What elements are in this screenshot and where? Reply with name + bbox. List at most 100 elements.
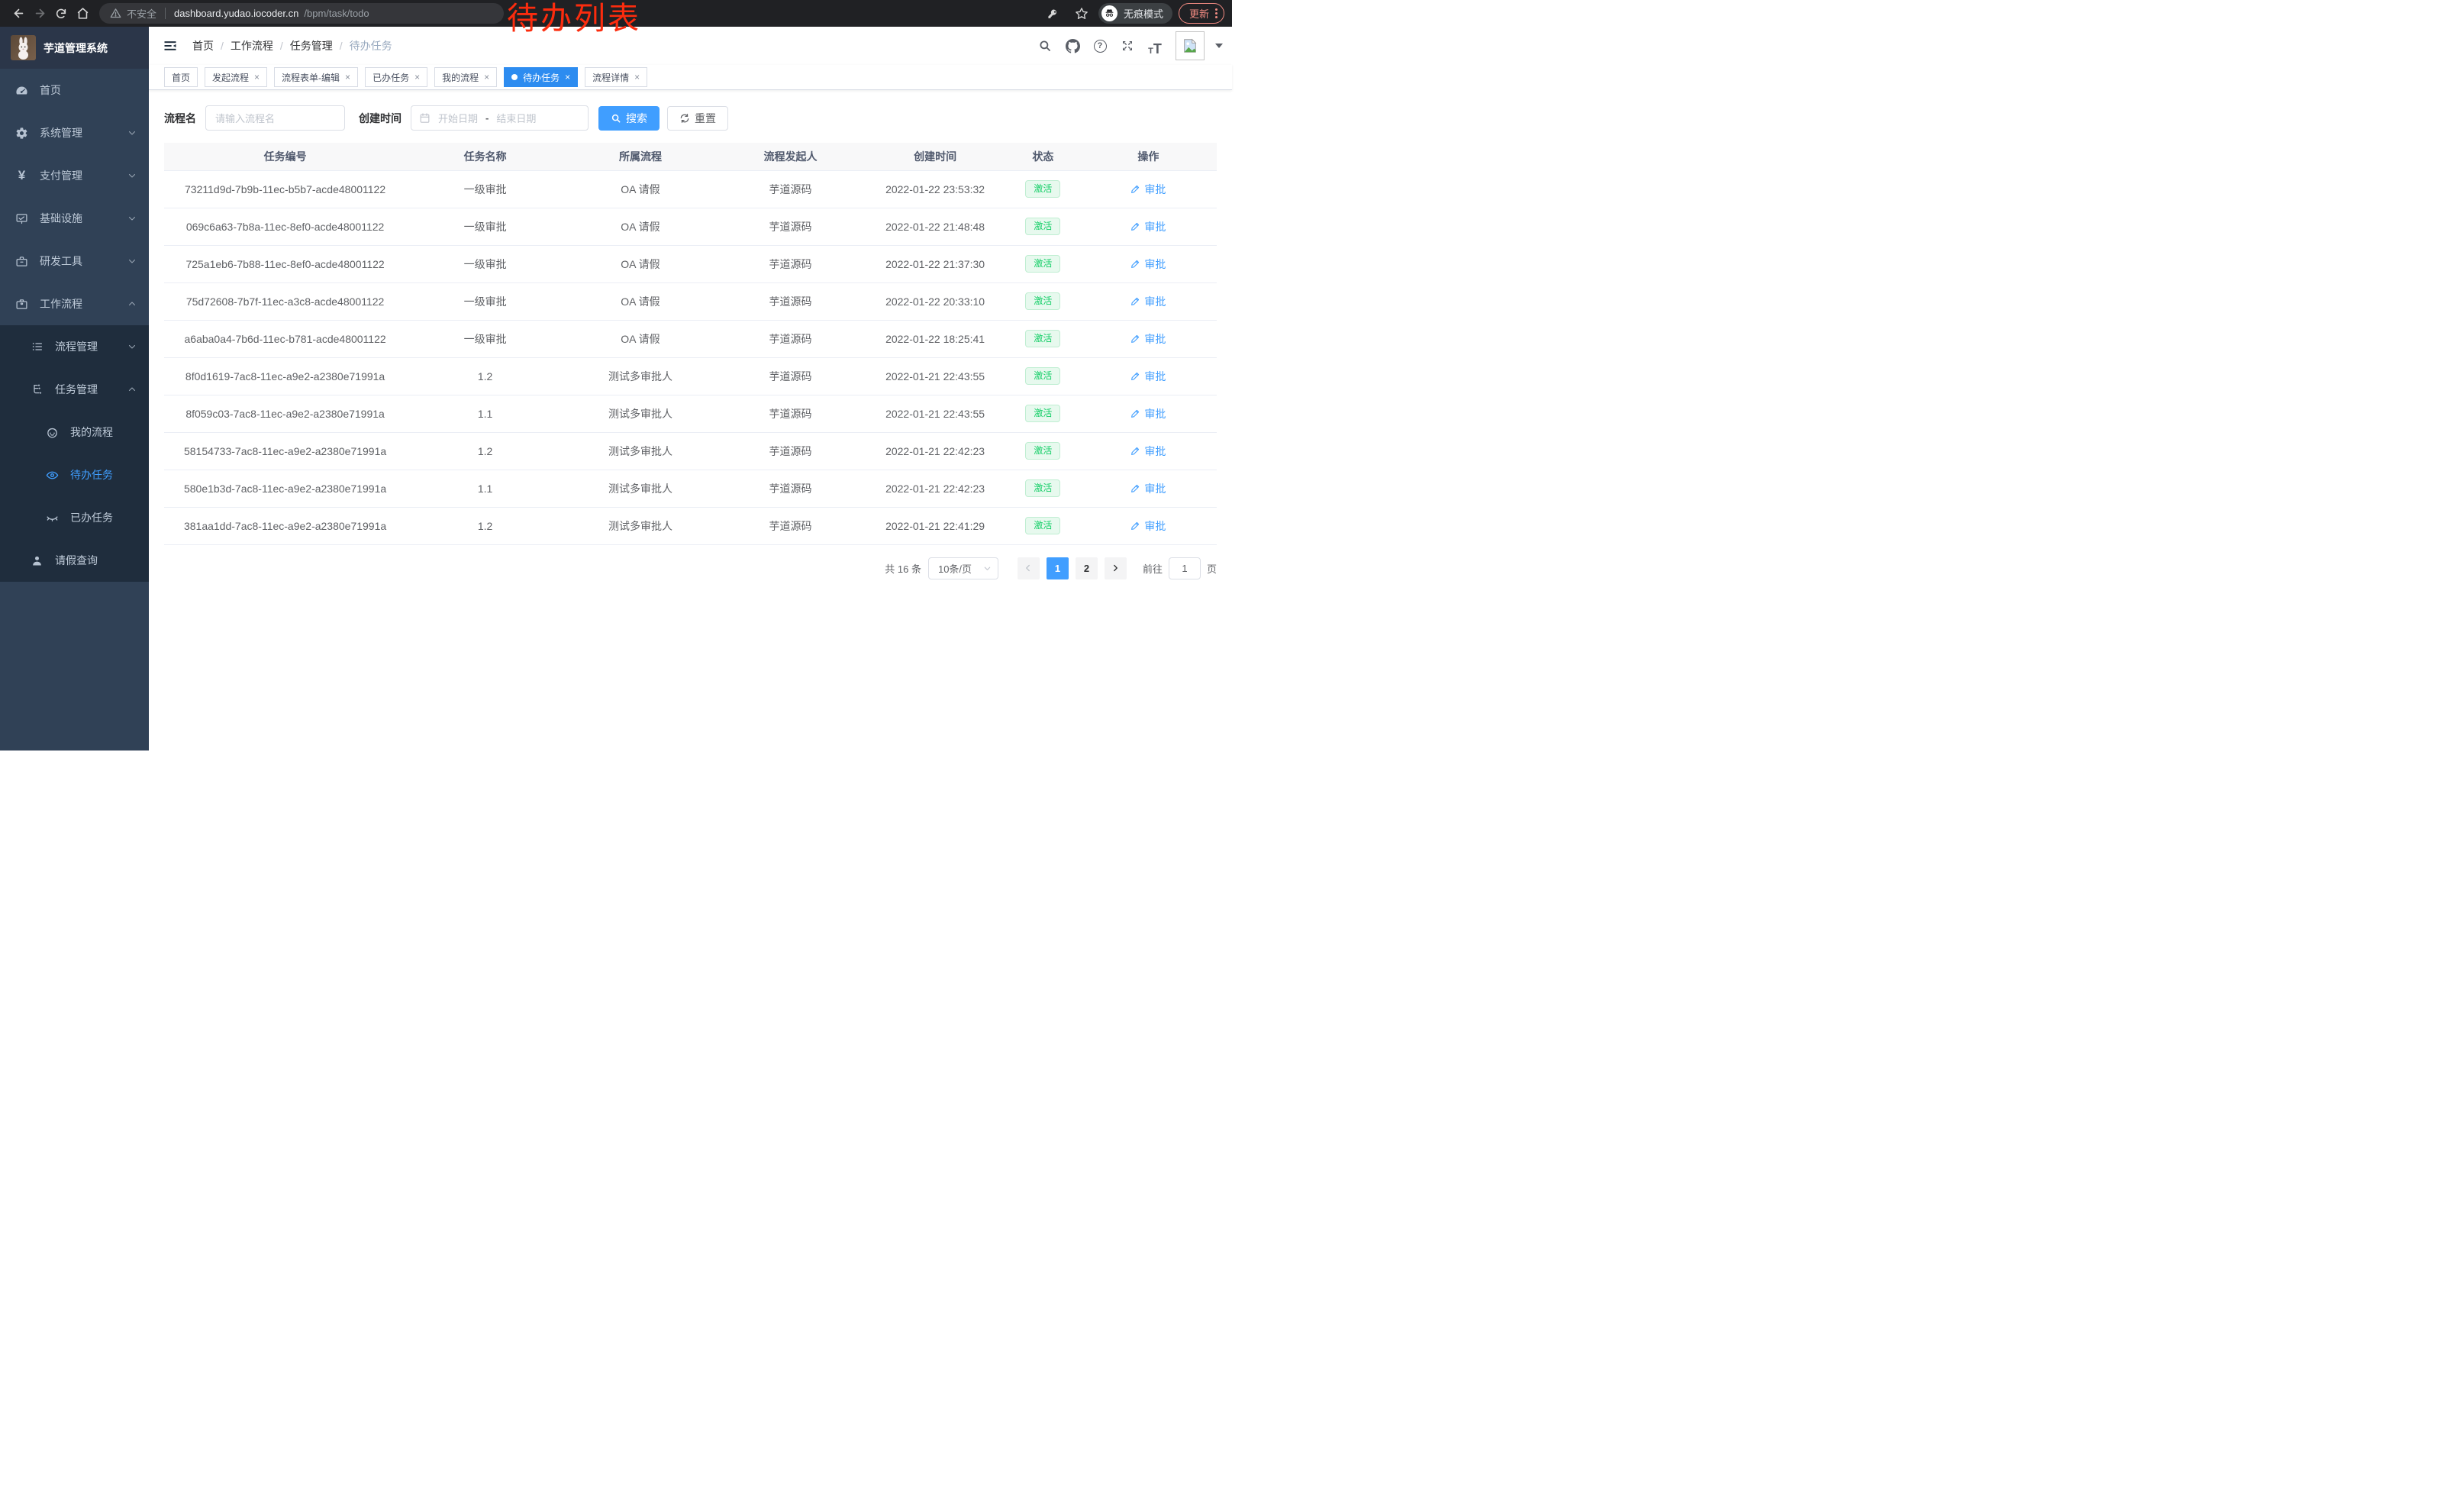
browser-back-button[interactable] bbox=[8, 3, 29, 24]
end-date-placeholder: 结束日期 bbox=[496, 111, 536, 125]
address-bar[interactable]: 不安全 dashboard.yudao.iocoder.cn/bpm/task/… bbox=[99, 3, 504, 24]
table-header-row: 任务编号任务名称所属流程流程发起人创建时间状态操作 bbox=[164, 143, 1217, 170]
tab-发起流程[interactable]: 发起流程 × bbox=[205, 67, 267, 87]
approve-button[interactable]: 审批 bbox=[1130, 219, 1166, 234]
start-date-placeholder: 开始日期 bbox=[438, 111, 478, 125]
sidebar-collapse-icon[interactable] bbox=[160, 36, 180, 56]
breadcrumb-task-mgmt[interactable]: 任务管理 bbox=[290, 38, 333, 53]
eye-closed-icon bbox=[46, 512, 59, 525]
browser-forward-button[interactable] bbox=[29, 3, 50, 24]
create-time: 2022-01-21 22:43:55 bbox=[885, 408, 985, 420]
close-icon[interactable]: × bbox=[345, 72, 350, 82]
close-icon[interactable]: × bbox=[414, 72, 420, 82]
tab-我的流程[interactable]: 我的流程 × bbox=[434, 67, 497, 87]
browser-reload-button[interactable] bbox=[50, 3, 72, 24]
close-icon[interactable]: × bbox=[565, 72, 570, 82]
sidebar-item-task-mgmt[interactable]: 任务管理 bbox=[0, 368, 149, 411]
breadcrumb-workflow[interactable]: 工作流程 bbox=[231, 38, 273, 53]
browser-update-button[interactable]: 更新 bbox=[1179, 3, 1224, 24]
avatar[interactable] bbox=[1176, 31, 1205, 60]
close-icon[interactable]: × bbox=[484, 72, 489, 82]
sidebar-item-workflow[interactable]: 工作流程 bbox=[0, 282, 149, 325]
date-range-input[interactable]: 开始日期 - 结束日期 bbox=[411, 105, 589, 131]
page-button-1[interactable]: 1 bbox=[1047, 557, 1069, 579]
sidebar-item-process-mgmt[interactable]: 流程管理 bbox=[0, 325, 149, 368]
search-button[interactable]: 搜索 bbox=[598, 106, 660, 131]
sidebar-item-infra[interactable]: 基础设施 bbox=[0, 197, 149, 240]
column-header-2: 所属流程 bbox=[564, 143, 717, 170]
sidebar-item-leave-query[interactable]: 请假查询 bbox=[0, 539, 149, 582]
fullscreen-icon[interactable] bbox=[1116, 34, 1139, 57]
sidebar-item-system[interactable]: 系统管理 bbox=[0, 111, 149, 154]
edit-pen-icon bbox=[1130, 296, 1140, 306]
sidebar-item-label: 流程管理 bbox=[55, 339, 98, 354]
sidebar-item-label: 基础设施 bbox=[40, 211, 82, 226]
approve-button[interactable]: 审批 bbox=[1130, 444, 1166, 459]
tab-已办任务[interactable]: 已办任务× bbox=[365, 67, 427, 87]
security-warning-icon bbox=[110, 8, 121, 19]
breadcrumb-home[interactable]: 首页 bbox=[192, 38, 214, 53]
approve-button[interactable]: 审批 bbox=[1130, 369, 1166, 384]
tab-待办任务[interactable]: 待办任务× bbox=[504, 67, 578, 87]
status-badge: 激活 bbox=[1025, 367, 1060, 385]
prev-page-button[interactable] bbox=[1018, 557, 1040, 579]
reset-button[interactable]: 重置 bbox=[667, 106, 728, 131]
chevron-up-icon bbox=[127, 385, 137, 394]
approve-button[interactable]: 审批 bbox=[1130, 331, 1166, 347]
close-icon[interactable]: × bbox=[254, 72, 260, 82]
tab-流程详情[interactable]: 流程详情× bbox=[585, 67, 647, 87]
github-icon[interactable] bbox=[1061, 34, 1084, 57]
task-name: 1.2 bbox=[478, 445, 492, 457]
approve-button[interactable]: 审批 bbox=[1130, 294, 1166, 309]
sidebar-item-label: 我的流程 bbox=[70, 424, 113, 440]
chevron-down-icon bbox=[127, 214, 137, 223]
tab-label: 我的流程 bbox=[442, 71, 479, 84]
page-size-select[interactable]: 10条/页 bbox=[928, 557, 998, 579]
approve-label: 审批 bbox=[1144, 444, 1166, 459]
sidebar-item-devtools[interactable]: 研发工具 bbox=[0, 240, 149, 282]
close-icon[interactable]: × bbox=[634, 72, 640, 82]
breadcrumb-separator: / bbox=[280, 40, 283, 52]
chevron-down-icon bbox=[127, 342, 137, 351]
avatar-caret-icon[interactable] bbox=[1215, 44, 1223, 48]
url-path: /bpm/task/todo bbox=[304, 8, 369, 19]
page-button-2[interactable]: 2 bbox=[1076, 557, 1098, 579]
approve-button[interactable]: 审批 bbox=[1130, 406, 1166, 421]
tab-首页[interactable]: 首页 bbox=[164, 67, 198, 87]
password-key-icon[interactable] bbox=[1043, 3, 1065, 24]
sidebar-item-todo-task[interactable]: 待办任务 bbox=[0, 454, 149, 496]
table-row: 725a1eb6-7b88-11ec-8ef0-acde48001122 一级审… bbox=[164, 245, 1217, 282]
font-size-icon[interactable] bbox=[1143, 34, 1166, 57]
sidebar-item-my-process[interactable]: 我的流程 bbox=[0, 411, 149, 454]
process-starter: 芋道源码 bbox=[769, 445, 811, 457]
sidebar-item-payment[interactable]: ¥ 支付管理 bbox=[0, 154, 149, 197]
help-icon[interactable] bbox=[1088, 34, 1111, 57]
process-name-input[interactable]: 请输入流程名 bbox=[205, 105, 345, 131]
app-logo[interactable]: 芋道管理系统 bbox=[0, 27, 149, 69]
task-id: 73211d9d-7b9b-11ec-b5b7-acde48001122 bbox=[185, 183, 385, 195]
calendar-icon bbox=[419, 112, 431, 124]
bookmark-star-icon[interactable] bbox=[1071, 3, 1092, 24]
tab-流程表单-编辑[interactable]: 流程表单-编辑× bbox=[274, 67, 358, 87]
goto-page-input[interactable] bbox=[1169, 557, 1201, 579]
sidebar-item-done-task[interactable]: 已办任务 bbox=[0, 496, 149, 539]
approve-button[interactable]: 审批 bbox=[1130, 182, 1166, 197]
browser-home-button[interactable] bbox=[72, 3, 93, 24]
tab-label: 发起流程 bbox=[212, 71, 249, 84]
sidebar-item-label: 系统管理 bbox=[40, 125, 82, 140]
approve-button[interactable]: 审批 bbox=[1130, 481, 1166, 496]
task-id: 381aa1dd-7ac8-11ec-a9e2-a2380e71991a bbox=[184, 520, 386, 532]
approve-label: 审批 bbox=[1144, 406, 1166, 421]
process-name: OA 请假 bbox=[621, 333, 660, 345]
sidebar: 芋道管理系统 首页 系统管理 ¥ 支付管理 基础设施 bbox=[0, 27, 149, 750]
search-icon[interactable] bbox=[1034, 34, 1056, 57]
approve-button[interactable]: 审批 bbox=[1130, 518, 1166, 534]
search-button-label: 搜索 bbox=[626, 111, 647, 126]
briefcase-icon bbox=[15, 298, 28, 311]
next-page-button[interactable] bbox=[1105, 557, 1127, 579]
browser-menu-icon[interactable] bbox=[1215, 8, 1217, 18]
status-badge: 激活 bbox=[1025, 405, 1060, 422]
sidebar-item-home[interactable]: 首页 bbox=[0, 69, 149, 111]
url-divider bbox=[165, 8, 166, 19]
approve-button[interactable]: 审批 bbox=[1130, 257, 1166, 272]
